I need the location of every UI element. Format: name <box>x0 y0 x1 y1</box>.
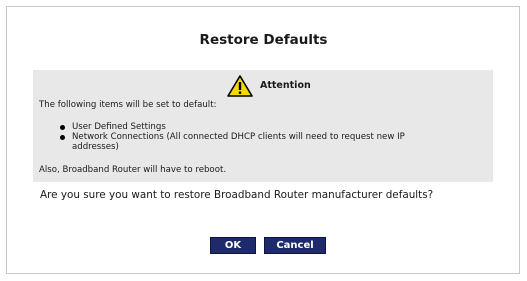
list-item-network-connections: Network Connections (All connected DHCP … <box>72 132 405 142</box>
warning-triangle-icon <box>227 75 253 97</box>
bullet-icon <box>60 125 65 130</box>
attention-header: Attention <box>33 73 493 97</box>
ok-button[interactable]: OK <box>210 237 256 254</box>
cancel-button[interactable]: Cancel <box>264 237 326 254</box>
confirm-question: Are you sure you want to restore Broadba… <box>40 189 434 201</box>
attention-label: Attention <box>260 80 311 91</box>
page-title: Restore Defaults <box>199 32 328 48</box>
reboot-note: Also, Broadband Router will have to rebo… <box>39 165 227 175</box>
attention-panel: Attention The following items will be se… <box>33 70 493 182</box>
bullet-icon <box>60 135 65 140</box>
intro-text: The following items will be set to defau… <box>39 100 217 110</box>
list-item-user-settings: User Defined Settings <box>72 122 166 132</box>
list-item-network-connections-cont: addresses) <box>72 142 119 152</box>
